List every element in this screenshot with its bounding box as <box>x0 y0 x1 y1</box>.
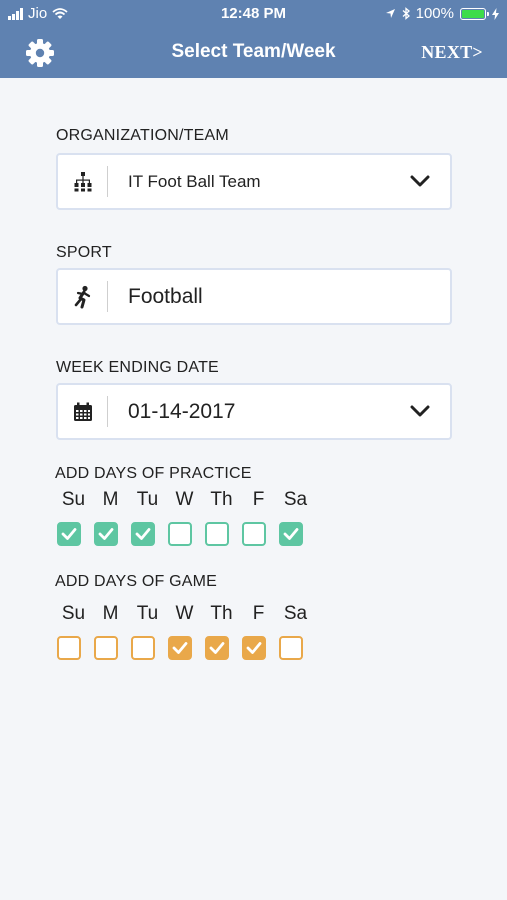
org-team-value: IT Foot Ball Team <box>128 171 261 191</box>
checkmark-icon <box>61 528 77 540</box>
practice-day-label: Tu <box>136 489 159 510</box>
game-day-label: Tu <box>136 603 159 624</box>
game-checkbox-su[interactable] <box>57 636 81 660</box>
practice-day-label: Su <box>61 489 86 510</box>
game-day-label: Sa <box>283 603 308 624</box>
bluetooth-icon <box>402 7 410 20</box>
game-checkbox-tu[interactable] <box>131 636 155 660</box>
game-day-label: M <box>102 603 119 624</box>
game-checkbox-m[interactable] <box>94 636 118 660</box>
game-day-label: Su <box>61 603 86 624</box>
practice-day-label: M <box>102 489 119 510</box>
org-team-select[interactable]: IT Foot Ball Team <box>56 153 452 210</box>
game-checkbox-w[interactable] <box>168 636 192 660</box>
practice-checkbox-row <box>57 522 316 546</box>
checkmark-icon <box>98 528 114 540</box>
charging-icon <box>492 7 499 20</box>
practice-checkbox-sa[interactable] <box>279 522 303 546</box>
practice-day-label: Sa <box>283 489 308 510</box>
game-day-label: W <box>175 603 194 624</box>
location-icon <box>385 9 395 18</box>
status-right: 100% <box>385 5 499 22</box>
game-checkbox-f[interactable] <box>242 636 266 660</box>
practice-checkbox-f[interactable] <box>242 522 266 546</box>
game-day-label: F <box>252 603 265 624</box>
running-person-icon <box>58 270 108 323</box>
practice-checkbox-th[interactable] <box>205 522 229 546</box>
checkmark-icon <box>172 642 188 654</box>
practice-checkbox-tu[interactable] <box>131 522 155 546</box>
chevron-down-icon <box>410 175 430 187</box>
checkmark-icon <box>246 642 262 654</box>
practice-day-label: W <box>175 489 194 510</box>
status-bar: Jio 12:48 PM 100% <box>0 0 507 28</box>
battery-percent: 100% <box>415 5 454 22</box>
sport-label: SPORT <box>56 244 112 261</box>
field-divider <box>107 166 108 197</box>
game-days-label: ADD DAYS OF GAME <box>55 573 218 590</box>
sport-value: Football <box>128 284 203 308</box>
game-checkbox-row <box>57 636 316 660</box>
field-divider <box>107 396 108 427</box>
practice-checkbox-w[interactable] <box>168 522 192 546</box>
checkmark-icon <box>135 528 151 540</box>
game-day-label: Th <box>210 603 233 624</box>
practice-checkbox-m[interactable] <box>94 522 118 546</box>
game-day-names: Su M Tu W Th F Sa <box>55 603 314 625</box>
game-checkbox-th[interactable] <box>205 636 229 660</box>
sport-field[interactable]: Football <box>56 268 452 325</box>
week-ending-value: 01-14-2017 <box>128 399 236 423</box>
next-button[interactable]: NEXT> <box>421 42 483 63</box>
field-divider <box>107 281 108 312</box>
battery-icon <box>460 7 489 20</box>
practice-days-label: ADD DAYS OF PRACTICE <box>55 465 252 482</box>
practice-day-label: Th <box>210 489 233 510</box>
checkmark-icon <box>283 528 299 540</box>
practice-checkbox-su[interactable] <box>57 522 81 546</box>
game-checkbox-sa[interactable] <box>279 636 303 660</box>
chevron-down-icon <box>410 405 430 417</box>
week-ending-select[interactable]: 01-14-2017 <box>56 383 452 440</box>
checkmark-icon <box>209 642 225 654</box>
nav-bar: Select Team/Week NEXT> <box>0 28 507 78</box>
week-ending-label: WEEK ENDING DATE <box>56 359 219 376</box>
practice-day-names: Su M Tu W Th F Sa <box>55 489 314 511</box>
calendar-icon <box>58 385 108 438</box>
org-chart-icon <box>58 155 108 208</box>
practice-day-label: F <box>252 489 265 510</box>
org-team-label: ORGANIZATION/TEAM <box>56 127 229 144</box>
